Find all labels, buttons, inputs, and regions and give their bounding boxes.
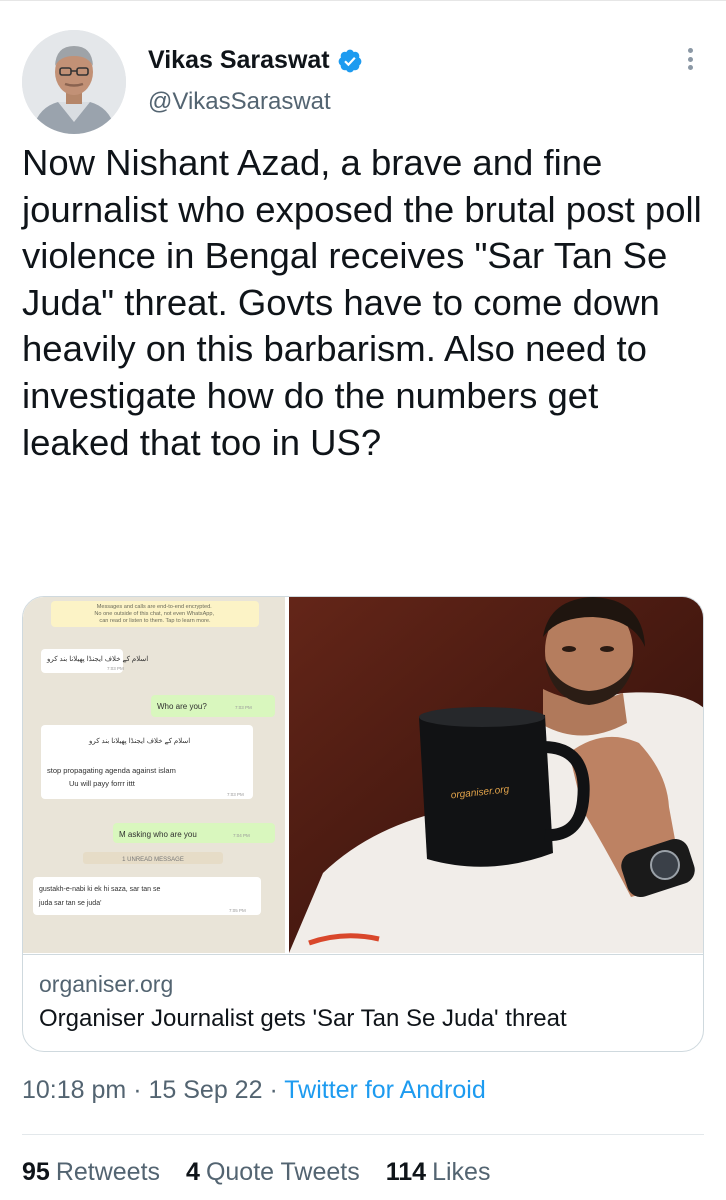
chat-msg-8: juda sar tan se juda' [38,900,101,907]
chat-msg-5: Uu will payy forrr ittt [69,779,136,788]
tweet-time[interactable]: 10:18 pm [22,1076,126,1104]
divider [22,1134,704,1135]
chat-msg-7: gustakh-e-nabi ki ek hi saza, sar tan se [39,886,161,893]
chat-time-2: 7:03 PM [235,705,252,710]
tweet-date[interactable]: 15 Sep 22 [148,1076,262,1104]
chat-encryption-notice: Messages and calls are end-to-end encryp… [94,604,215,624]
top-divider [0,0,726,1]
chat-unread-label: 1 UNREAD MESSAGE [122,857,184,863]
tweet-text: Now Nishant Azad, a brave and fine journ… [22,142,702,463]
link-card-meta[interactable]: organiser.org Organiser Journalist gets … [23,954,703,1051]
link-card-image: Messages and calls are end-to-end encryp… [23,597,703,953]
meta-separator: · [269,1076,285,1104]
avatar-image [22,30,126,134]
chat-msg-2: Who are you? [157,702,207,711]
author-handle[interactable]: @VikasSaraswat [148,88,331,116]
likes-stat[interactable]: 114 Likes [386,1158,491,1187]
tweet-meta: 10:18 pm · 15 Sep 22 · Twitter for Andro… [22,1076,486,1105]
link-card-title[interactable]: Organiser Journalist gets 'Sar Tan Se Ju… [39,1005,567,1033]
chat-time-8: 7:05 PM [229,908,246,913]
quote-tweets-count: 4 [186,1158,200,1186]
more-options-icon[interactable] [680,44,700,74]
engagement-stats: 95 Retweets 4 Quote Tweets 114 Likes [22,1158,516,1187]
likes-count: 114 [385,1158,427,1186]
chat-time-1: 7:03 PM [107,666,124,671]
retweets-label: Retweets [55,1158,161,1186]
chat-msg-4: stop propagating agenda against islam [47,766,176,775]
tweet-source-link[interactable]: Twitter for Android [284,1076,485,1104]
card-image-collage: Messages and calls are end-to-end encryp… [23,597,703,953]
quote-tweets-label: Quote Tweets [205,1158,360,1186]
quote-tweets-stat[interactable]: 4 Quote Tweets [186,1158,360,1187]
retweets-count: 95 [22,1158,50,1186]
verified-badge-icon [338,49,361,72]
chat-time-5: 7:03 PM [227,792,244,797]
likes-label: Likes [432,1158,491,1186]
link-card-domain[interactable]: organiser.org [39,971,173,998]
author-display-name[interactable]: Vikas Saraswat [148,46,330,75]
retweets-stat[interactable]: 95 Retweets [22,1158,160,1187]
link-card[interactable]: Messages and calls are end-to-end encryp… [22,596,704,1052]
avatar[interactable] [22,30,126,134]
author-name-row[interactable]: Vikas Saraswat [148,46,363,75]
chat-msg-3: اسلام کے خلاف ایجنڈا پھیلانا بند کرو [88,737,190,745]
chat-time-6: 7:04 PM [233,833,250,838]
chat-msg-6: M asking who are you [119,830,197,839]
meta-separator: · [133,1076,149,1104]
chat-msg-1: اسلام کے خلاف ایجنڈا پھیلانا بند کرو [46,655,148,663]
